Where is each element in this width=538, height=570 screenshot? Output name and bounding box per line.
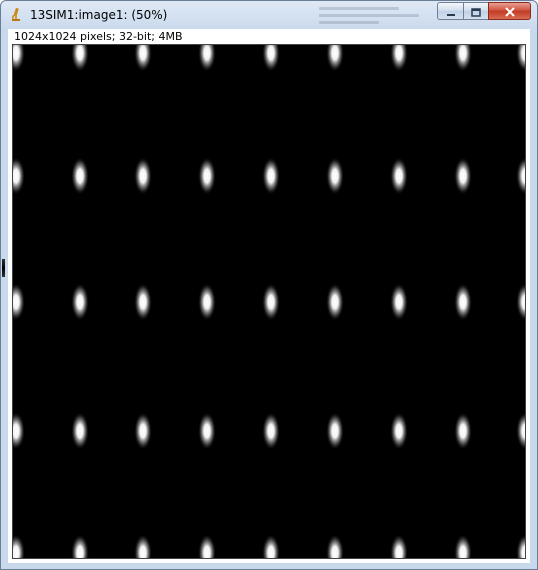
minimize-icon bbox=[446, 2, 456, 21]
illumination-spot bbox=[71, 412, 89, 450]
illumination-spot bbox=[390, 412, 408, 450]
illumination-spot bbox=[516, 534, 525, 558]
caption-buttons bbox=[437, 2, 531, 21]
illumination-spot bbox=[134, 412, 152, 450]
illumination-spot bbox=[454, 412, 472, 450]
illumination-spot bbox=[390, 157, 408, 195]
illumination-spot bbox=[326, 283, 344, 321]
illumination-spot bbox=[326, 412, 344, 450]
illumination-spot bbox=[516, 45, 525, 72]
image-panel: 1024x1024 pixels; 32-bit; 4MB bbox=[8, 29, 530, 563]
imagej-microscope-icon bbox=[10, 7, 22, 23]
spot-pattern bbox=[13, 45, 525, 558]
illumination-spot bbox=[516, 283, 525, 321]
illumination-spot bbox=[13, 412, 25, 450]
illumination-spot bbox=[454, 157, 472, 195]
window-title: 13SIM1:image1: (50%) bbox=[30, 8, 168, 22]
illumination-spot bbox=[262, 534, 280, 558]
illumination-spot bbox=[262, 283, 280, 321]
illumination-spot bbox=[134, 45, 152, 72]
illumination-spot bbox=[134, 157, 152, 195]
illumination-spot bbox=[262, 45, 280, 72]
illumination-spot bbox=[71, 45, 89, 72]
illumination-spot bbox=[134, 534, 152, 558]
maximize-icon bbox=[471, 2, 481, 21]
illumination-spot bbox=[13, 534, 25, 558]
illumination-spot bbox=[390, 283, 408, 321]
illumination-spot bbox=[13, 157, 25, 195]
illumination-spot bbox=[390, 534, 408, 558]
illumination-spot bbox=[326, 45, 344, 72]
illumination-spot bbox=[516, 157, 525, 195]
illumination-spot bbox=[71, 283, 89, 321]
illumination-spot bbox=[13, 45, 25, 72]
illumination-spot bbox=[516, 412, 525, 450]
illumination-spot bbox=[198, 45, 216, 72]
illumination-spot bbox=[198, 283, 216, 321]
background-window-ghost bbox=[319, 3, 429, 27]
title-bar[interactable]: 13SIM1:image1: (50%) bbox=[1, 1, 537, 29]
illumination-spot bbox=[134, 283, 152, 321]
illumination-spot bbox=[71, 157, 89, 195]
illumination-spot bbox=[262, 157, 280, 195]
close-icon bbox=[504, 2, 516, 21]
illumination-spot bbox=[13, 283, 25, 321]
left-edge-handle bbox=[2, 259, 5, 277]
illumination-spot bbox=[198, 157, 216, 195]
illumination-spot bbox=[198, 412, 216, 450]
illumination-spot bbox=[390, 45, 408, 72]
image-window: 13SIM1:image1: (50%) 1024x1024 pixels; 3… bbox=[0, 0, 538, 570]
illumination-spot bbox=[262, 412, 280, 450]
image-info: 1024x1024 pixels; 32-bit; 4MB bbox=[14, 30, 183, 43]
illumination-spot bbox=[198, 534, 216, 558]
close-button[interactable] bbox=[488, 2, 531, 20]
illumination-spot bbox=[454, 534, 472, 558]
maximize-button[interactable] bbox=[463, 2, 488, 20]
minimize-button[interactable] bbox=[437, 2, 463, 20]
illumination-spot bbox=[454, 45, 472, 72]
illumination-spot bbox=[71, 534, 89, 558]
illumination-spot bbox=[326, 534, 344, 558]
image-canvas[interactable] bbox=[12, 44, 526, 559]
illumination-spot bbox=[454, 283, 472, 321]
illumination-spot bbox=[326, 157, 344, 195]
